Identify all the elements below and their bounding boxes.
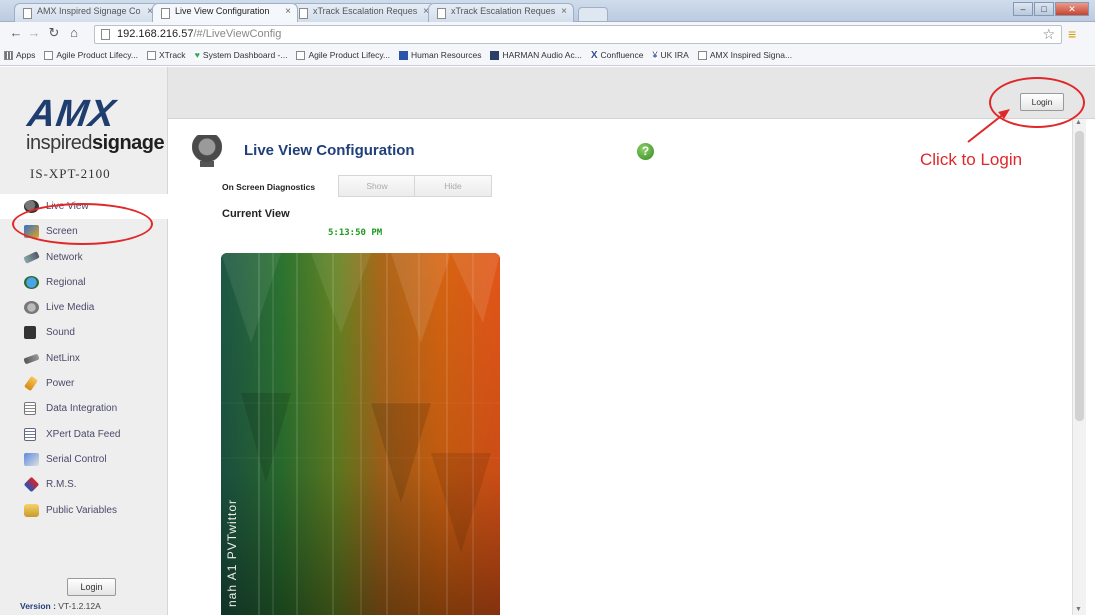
annotation-arrow bbox=[967, 109, 1010, 143]
tab-live-view-configuration[interactable]: Live View Configuration × bbox=[152, 3, 298, 22]
close-icon[interactable]: × bbox=[285, 6, 291, 17]
page-icon bbox=[161, 8, 170, 19]
tab-label: Live View Configuration bbox=[175, 6, 270, 16]
annotation-text: Click to Login bbox=[920, 150, 1023, 169]
